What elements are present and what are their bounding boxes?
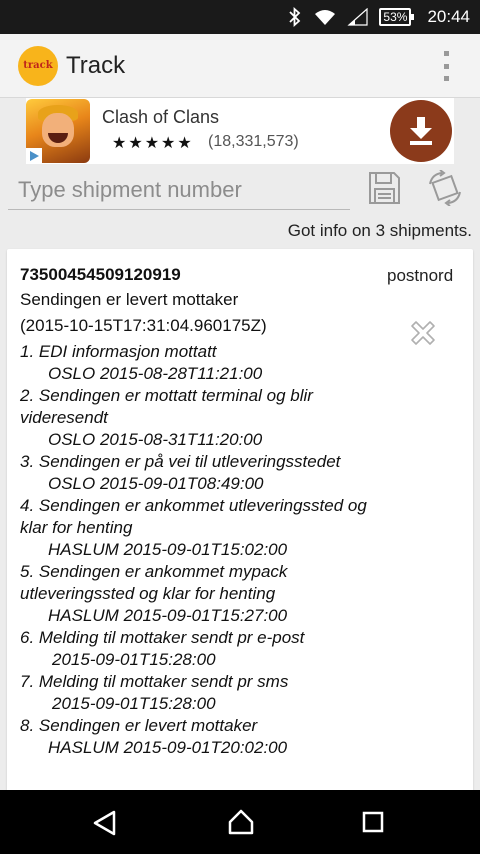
shipment-status-time: (2015-10-15T17:31:04.960175Z) (20, 316, 267, 335)
signal-icon (347, 8, 369, 26)
event-location-time: HASLUM 2015-09-01T20:02:00 (48, 738, 288, 757)
ad-app-name[interactable]: Clash of Clans (102, 107, 219, 128)
tracking-event: 3. Sendingen er på vei til utleveringsst… (20, 451, 380, 495)
overflow-menu-icon[interactable] (442, 51, 450, 81)
battery-indicator: 53% (379, 8, 415, 26)
shipment-details: 73500454509120919 Sendingen er levert mo… (20, 263, 380, 759)
overflow-dot (443, 76, 449, 81)
event-location-time: 2015-09-01T15:28:00 (52, 694, 216, 713)
ad-rating-count: (18,331,573) (208, 133, 299, 150)
event-location-time: OSLO 2015-08-31T11:20:00 (48, 430, 263, 449)
tracking-event: 7. Melding til mottaker sendt pr sms 201… (20, 671, 380, 715)
event-location-time: HASLUM 2015-09-01T15:27:00 (48, 606, 288, 625)
back-icon[interactable] (92, 810, 118, 836)
tracking-events: 1. EDI informasjon mottatt OSLO 2015-08-… (20, 341, 380, 759)
system-nav-bar (0, 790, 480, 854)
app-logo: track (18, 45, 58, 86)
event-title: 6. Melding til mottaker sendt pr e-post (20, 628, 305, 647)
app-bar: track Track (0, 34, 480, 98)
event-location-time: OSLO 2015-08-28T11:21:00 (48, 364, 263, 383)
overflow-dot (443, 51, 449, 56)
event-title: 1. EDI informasjon mottatt (20, 342, 217, 361)
event-title: 2. Sendingen er mottatt terminal og blir… (20, 386, 313, 427)
event-location-time: 2015-09-01T15:28:00 (52, 650, 216, 669)
tracking-event: 5. Sendingen er ankommet mypack utleveri… (20, 561, 380, 627)
tracking-event: 2. Sendingen er mottatt terminal og blir… (20, 385, 380, 451)
ad-rating-stars: ★★★★★ (112, 135, 194, 152)
tracking-number: 73500454509120919 (20, 265, 181, 284)
carrier-name: postnord (387, 266, 454, 285)
home-icon[interactable] (227, 808, 255, 836)
tracking-event: 8. Sendingen er levert mottaker HASLUM 2… (20, 715, 380, 759)
battery-percent: 53% (383, 10, 408, 24)
tracking-event: 1. EDI informasjon mottatt OSLO 2015-08-… (20, 341, 380, 385)
wifi-icon (315, 10, 336, 25)
shipment-search (8, 170, 350, 210)
ad-download-button[interactable] (390, 100, 452, 162)
event-location-time: OSLO 2015-09-01T08:49:00 (48, 474, 264, 493)
shipment-number-input[interactable] (8, 170, 350, 210)
ad-banner[interactable]: Clash of Clans ★★★★★ (18,331,573) (26, 98, 454, 164)
event-title: 5. Sendingen er ankommet mypack utleveri… (20, 562, 288, 603)
status-icons: 53% 20:44 (287, 0, 470, 34)
clock: 20:44 (427, 7, 470, 26)
shipment-count-info: Got info on 3 shipments. (287, 221, 472, 240)
app-title: Track (66, 51, 126, 79)
shipment-card[interactable]: 73500454509120919 Sendingen er levert mo… (7, 249, 473, 809)
screen-rotation-icon[interactable] (426, 170, 464, 206)
tracking-event: 6. Melding til mottaker sendt pr e-post … (20, 627, 380, 671)
status-bar: 53% 20:44 (0, 0, 480, 34)
bluetooth-icon (289, 7, 301, 27)
recent-apps-icon[interactable] (362, 811, 384, 833)
delete-shipment-icon[interactable] (409, 319, 437, 347)
shipment-status: Sendingen er levert mottaker (20, 290, 239, 309)
event-title: 7. Melding til mottaker sendt pr sms (20, 672, 289, 691)
event-location-time: HASLUM 2015-09-01T15:02:00 (48, 540, 288, 559)
event-title: 8. Sendingen er levert mottaker (20, 716, 258, 735)
download-icon (410, 117, 432, 145)
tracking-event: 4. Sendingen er ankommet utleveringssted… (20, 495, 380, 561)
overflow-dot (443, 63, 449, 69)
logo-text: track (23, 60, 53, 71)
event-title: 4. Sendingen er ankommet utleveringssted… (20, 496, 367, 537)
save-icon[interactable] (366, 170, 402, 206)
event-title: 3. Sendingen er på vei til utleveringsst… (20, 452, 341, 471)
adchoices-icon[interactable] (26, 148, 42, 164)
